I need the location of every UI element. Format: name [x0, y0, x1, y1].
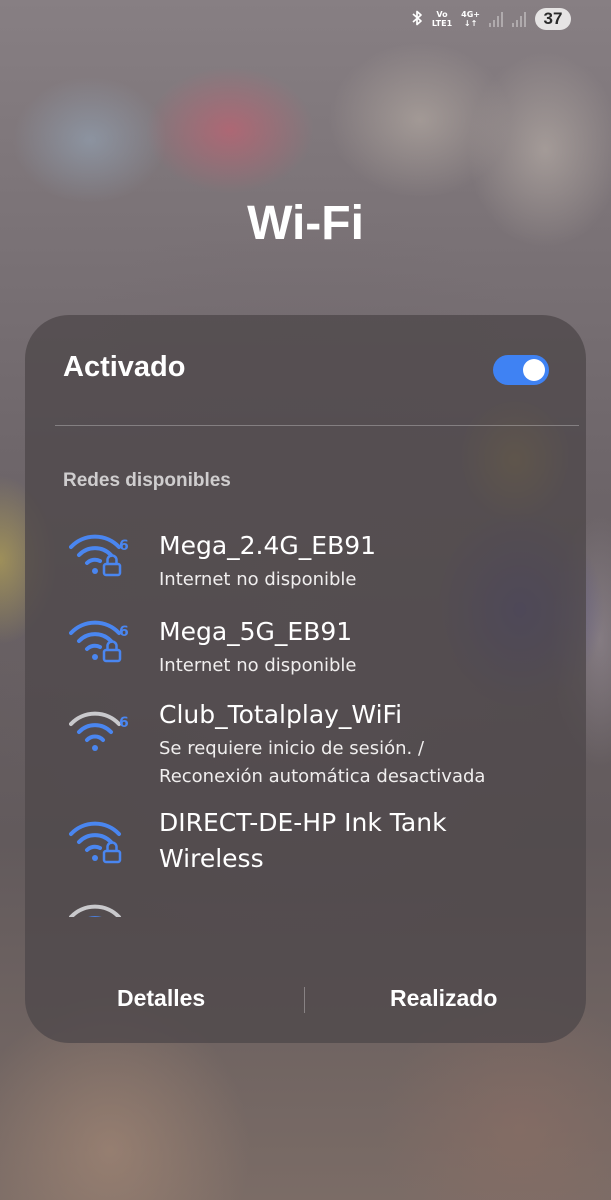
- network-item-mega-5g[interactable]: 6 Mega_5G_EB91 Internet no disponible: [25, 614, 586, 684]
- network-item-mega-2-4g[interactable]: 6 Mega_2.4G_EB91 Internet no disponible: [25, 528, 586, 598]
- dialog-footer: Detalles Realizado: [25, 975, 586, 1025]
- network-item-partial[interactable]: [25, 903, 586, 917]
- signal-strength-2-icon: [512, 11, 526, 27]
- bluetooth-icon: [411, 10, 423, 29]
- done-button[interactable]: Realizado: [390, 985, 497, 1012]
- network-item-direct-hp[interactable]: DIRECT-DE-HP Ink Tank Wireless: [25, 805, 586, 885]
- wifi-icon: [69, 904, 121, 917]
- network-status-line-1: Se requiere inicio de sesión. /: [159, 738, 425, 759]
- page-title: Wi-Fi: [247, 197, 364, 250]
- divider: [55, 425, 579, 426]
- network-name-line-1: DIRECT-DE-HP Ink Tank: [159, 808, 447, 837]
- status-bar: Vo LTE1 4G+ ↓↑ 37: [411, 6, 571, 32]
- wifi-secured-6-icon: 6: [69, 620, 129, 663]
- network-type-indicator: 4G+ ↓↑: [461, 10, 480, 28]
- volte-indicator: Vo LTE1: [431, 10, 453, 28]
- wifi-secured-icon: [69, 821, 122, 864]
- network-name-line-2: Wireless: [159, 844, 264, 873]
- wifi-toggle-row[interactable]: Activado: [25, 315, 586, 425]
- svg-text:6: 6: [119, 624, 129, 640]
- network-name: Club_Totalplay_WiFi: [159, 700, 403, 729]
- switch-knob: [523, 359, 545, 381]
- network-status-line-2: Reconexión automática desactivada: [159, 766, 486, 787]
- svg-text:6: 6: [119, 715, 129, 731]
- network-status: Internet no disponible: [159, 655, 357, 676]
- battery-indicator: 37: [535, 8, 571, 30]
- footer-separator: [304, 987, 305, 1013]
- network-item-club-totalplay[interactable]: 6 Club_Totalplay_WiFi Se requiere inicio…: [25, 697, 586, 797]
- network-name: Mega_5G_EB91: [159, 617, 353, 646]
- wifi-toggle-label: Activado: [63, 351, 186, 383]
- svg-text:6: 6: [119, 538, 129, 554]
- wifi-toggle-switch[interactable]: [493, 355, 549, 385]
- available-networks-label: Redes disponibles: [63, 470, 231, 491]
- network-status: Internet no disponible: [159, 569, 357, 590]
- network-name: Mega_2.4G_EB91: [159, 531, 377, 560]
- wifi-open-weak-6-icon: 6: [69, 711, 129, 751]
- wifi-panel: Activado Redes disponibles 6 Mega_2.4G_E…: [25, 315, 586, 1043]
- signal-strength-1-icon: [489, 11, 503, 27]
- details-button[interactable]: Detalles: [117, 985, 205, 1012]
- wifi-secured-6-icon: 6: [69, 534, 129, 577]
